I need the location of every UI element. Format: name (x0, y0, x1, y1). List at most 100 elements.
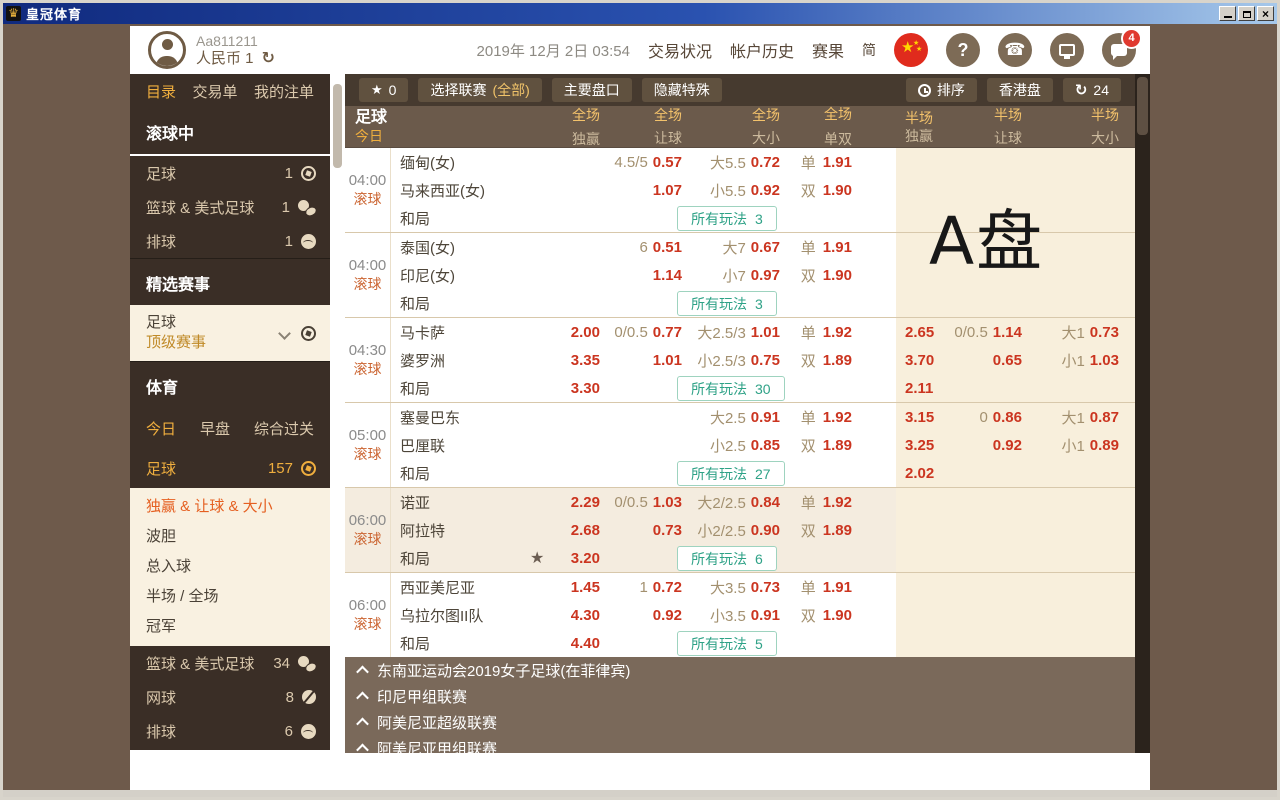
odds-cell[interactable]: 双1.90 (780, 261, 852, 289)
odds-cell[interactable]: 1.14 (600, 261, 682, 289)
balance-refresh-icon[interactable]: ↻ (262, 50, 275, 68)
sidebar-item-sport[interactable]: 排球6 (130, 714, 330, 748)
odds-cell[interactable]: 小70.97 (682, 261, 780, 289)
odds-cell-half-win[interactable]: 2.11 (896, 374, 940, 402)
odds-cell-win[interactable]: 4.40 (530, 629, 600, 657)
minimize-button[interactable] (1219, 6, 1236, 21)
odds-cell[interactable]: 大3.50.73 (682, 573, 780, 601)
odds-cell[interactable]: 小5.50.92 (682, 176, 780, 204)
odds-cell[interactable]: 大10.73 (1022, 318, 1127, 346)
odds-cell-win[interactable]: ★3.20 (530, 544, 600, 572)
odds-cell[interactable]: 小11.03 (1022, 346, 1127, 374)
sidebar-scrollbar-thumb[interactable] (333, 84, 342, 168)
china-flag-icon[interactable]: ★ ★ ★ (894, 33, 928, 67)
odds-cell-win[interactable]: 3.30 (530, 374, 600, 402)
league-header[interactable]: 阿美尼亚甲组联赛 (345, 735, 1135, 753)
featured-soccer-item[interactable]: 足球 顶级赛事 (130, 305, 330, 361)
bet-type-item[interactable]: 总入球 (130, 552, 330, 582)
period-tab[interactable]: 综合过关 (254, 418, 314, 439)
odds-cell[interactable]: 小3.50.91 (682, 601, 780, 629)
odds-cell[interactable]: 单1.91 (780, 148, 852, 176)
phone-button[interactable]: ☎ (998, 33, 1032, 67)
odds-cell[interactable]: 大2.5/31.01 (682, 318, 780, 346)
odds-cell-win[interactable]: 2.29 (530, 488, 600, 516)
bet-type-item[interactable]: 冠军 (130, 612, 330, 642)
sidebar-tab[interactable]: 交易单 (192, 81, 237, 102)
odds-cell[interactable]: 0/0.50.77 (600, 318, 682, 346)
all-plays-button[interactable]: 所有玩法3 (677, 291, 777, 316)
sidebar-item-live[interactable]: 足球1 (130, 156, 330, 190)
main-scrollbar-thumb[interactable] (1137, 77, 1148, 135)
select-league-button[interactable]: 选择联赛 (全部) (418, 78, 541, 102)
hide-special-button[interactable]: 隐藏特殊 (642, 78, 722, 102)
odds-cell[interactable]: 0/0.51.03 (600, 488, 682, 516)
odds-cell[interactable]: 双1.89 (780, 346, 852, 374)
odds-cell[interactable]: 00.86 (940, 403, 1022, 431)
language-toggle[interactable]: 简 (862, 40, 876, 60)
odds-cell-half-win[interactable]: 3.70 (896, 346, 940, 374)
all-plays-button[interactable]: 所有玩法6 (677, 546, 777, 571)
odds-cell[interactable]: 单1.92 (780, 318, 852, 346)
odds-cell-half-win[interactable]: 3.25 (896, 431, 940, 459)
odds-cell-half-win[interactable]: 2.02 (896, 459, 940, 487)
odds-cell[interactable]: 0/0.51.14 (940, 318, 1022, 346)
sidebar-item-sport[interactable]: 斯诺克/台球11 (130, 748, 330, 750)
all-plays-button[interactable]: 所有玩法30 (677, 376, 785, 401)
odds-cell[interactable]: 60.51 (600, 233, 682, 261)
favorite-star-icon[interactable]: ★ (530, 548, 544, 568)
odds-cell-win[interactable]: 1.45 (530, 573, 600, 601)
sort-button[interactable]: 排序 (906, 78, 977, 102)
help-button[interactable]: ? (946, 33, 980, 67)
bet-type-item[interactable]: 半场 / 全场 (130, 582, 330, 612)
odds-cell[interactable]: 小2/2.50.90 (682, 516, 780, 544)
odds-cell[interactable]: 1.07 (600, 176, 682, 204)
live-monitor-button[interactable] (1050, 33, 1084, 67)
odds-cell-half-win[interactable]: 3.15 (896, 403, 940, 431)
avatar[interactable] (148, 31, 186, 69)
odds-cell[interactable]: 4.5/50.57 (600, 148, 682, 176)
sidebar-item-sport[interactable]: 篮球 & 美式足球34 (130, 646, 330, 680)
period-tab[interactable]: 早盘 (200, 418, 230, 439)
odds-cell-half-win[interactable]: 2.65 (896, 318, 940, 346)
all-plays-button[interactable]: 所有玩法3 (677, 206, 777, 231)
odds-cell[interactable]: 10.72 (600, 573, 682, 601)
odds-cell-win[interactable]: 4.30 (530, 601, 600, 629)
nav-account-history[interactable]: 帐户历史 (730, 38, 794, 62)
nav-results[interactable]: 赛果 (812, 38, 844, 62)
odds-cell[interactable]: 大2/2.50.84 (682, 488, 780, 516)
maximize-button[interactable] (1238, 6, 1255, 21)
bet-type-item[interactable]: 独赢 & 让球 & 大小 (130, 492, 330, 522)
odds-cell[interactable]: 双1.89 (780, 516, 852, 544)
all-plays-button[interactable]: 所有玩法27 (677, 461, 785, 486)
odds-cell[interactable]: 大70.67 (682, 233, 780, 261)
chat-button[interactable]: 4 (1102, 33, 1136, 67)
main-scrollbar[interactable] (1135, 74, 1150, 753)
main-markets-button[interactable]: 主要盘口 (552, 78, 632, 102)
market-type-button[interactable]: 香港盘 (987, 78, 1053, 102)
refresh-button[interactable]: ↻ 24 (1063, 78, 1121, 102)
odds-cell[interactable]: 小10.89 (1022, 431, 1127, 459)
bet-type-item[interactable]: 波胆 (130, 522, 330, 552)
odds-cell[interactable]: 0.73 (600, 516, 682, 544)
all-plays-button[interactable]: 所有玩法5 (677, 631, 777, 656)
odds-cell[interactable]: 大10.87 (1022, 403, 1127, 431)
odds-cell[interactable]: 单1.92 (780, 488, 852, 516)
favorites-button[interactable]: ★ 0 (359, 78, 408, 102)
close-button[interactable]: × (1257, 6, 1274, 21)
odds-cell-win[interactable]: 2.68 (530, 516, 600, 544)
league-header[interactable]: 印尼甲组联赛 (345, 683, 1135, 709)
odds-cell[interactable]: 双1.90 (780, 176, 852, 204)
sidebar-item-live[interactable]: 篮球 & 美式足球1 (130, 190, 330, 224)
sidebar-tab[interactable]: 我的注单 (254, 81, 314, 102)
odds-cell[interactable]: 小2.5/30.75 (682, 346, 780, 374)
odds-cell[interactable]: 单1.91 (780, 573, 852, 601)
sidebar-tab[interactable]: 目录 (146, 81, 176, 102)
odds-cell[interactable]: 小2.50.85 (682, 431, 780, 459)
sidebar-item-live[interactable]: 排球1 (130, 224, 330, 258)
league-header[interactable]: 阿美尼亚超级联赛 (345, 709, 1135, 735)
odds-cell[interactable]: 0.92 (940, 431, 1022, 459)
odds-cell-win[interactable]: 2.00 (530, 318, 600, 346)
odds-cell[interactable]: 0.65 (940, 346, 1022, 374)
league-header[interactable]: 东南亚运动会2019女子足球(在菲律宾) (345, 657, 1135, 683)
odds-cell[interactable]: 双1.89 (780, 431, 852, 459)
